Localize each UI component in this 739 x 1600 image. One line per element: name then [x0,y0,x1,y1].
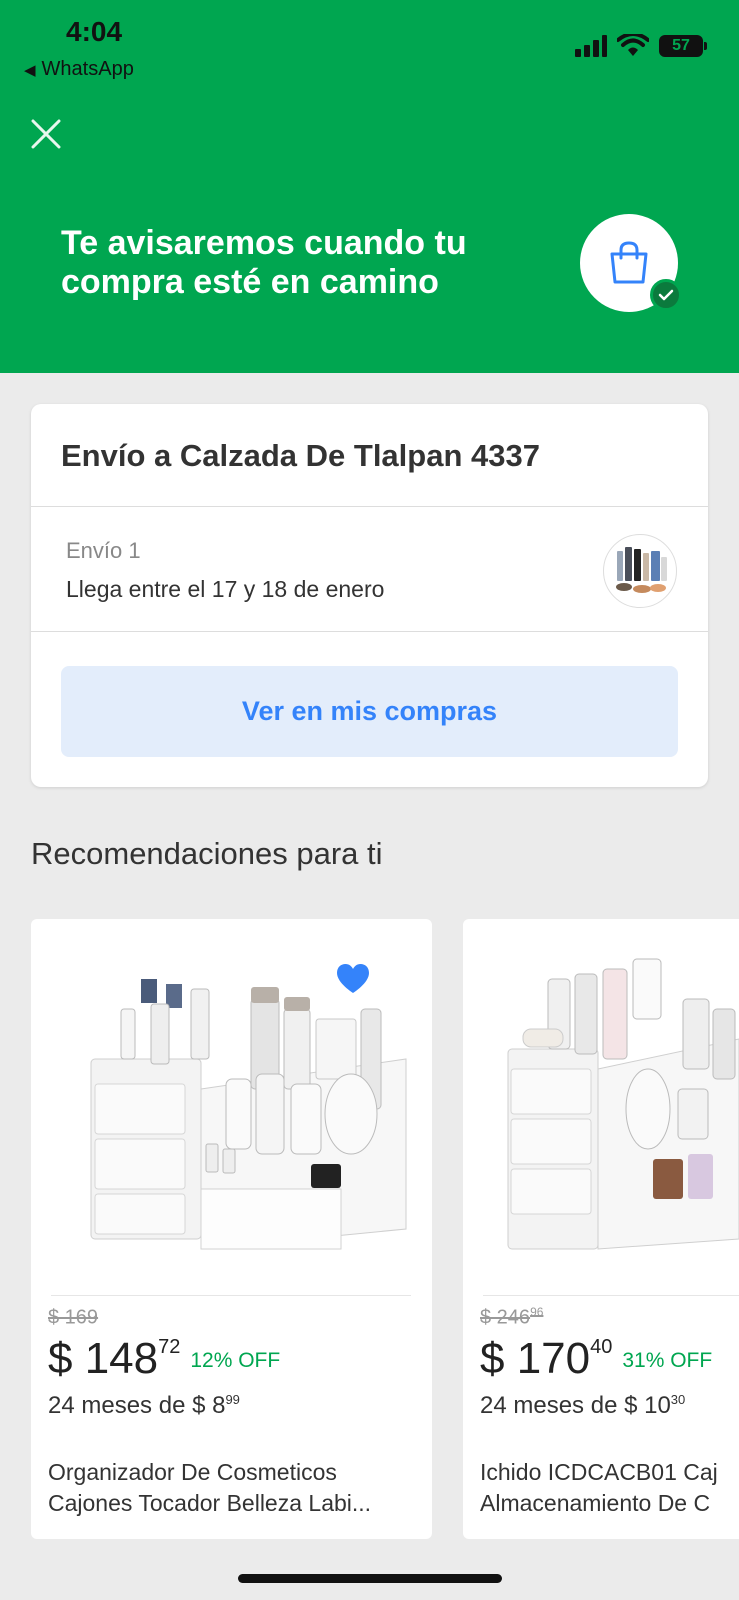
close-icon [31,119,61,149]
old-price: $ 24696 [480,1305,544,1329]
shipment-product-thumbnail [603,534,677,608]
back-app-label: WhatsApp [41,58,134,80]
divider [31,631,708,632]
shipping-address-title: Envío a Calzada De Tlalpan 4337 [61,438,540,473]
divider [51,1295,411,1296]
check-icon [658,289,674,301]
heart-icon[interactable] [335,963,371,995]
battery-level: 57 [672,37,690,54]
header-title: Te avisaremos cuando tu compra esté en c… [61,224,467,301]
divider [31,506,708,507]
product-image [507,958,739,1250]
recommendations-title: Recomendaciones para ti [31,836,383,871]
old-price: $ 169 [48,1306,99,1329]
signal-icon [575,35,607,57]
shipment-label: Envío 1 [66,538,141,563]
status-icons: 57 [575,34,707,58]
home-indicator [238,1574,502,1583]
shopping-bag-icon [610,241,648,284]
discount-badge: 12% OFF [190,1349,281,1372]
wifi-icon [617,34,649,56]
current-price: $ 1704031% OFF [480,1334,713,1383]
current-price: $ 1487212% OFF [48,1334,281,1383]
product-card[interactable]: $ 24696 $ 1704031% OFF 24 meses de $ 103… [463,919,739,1539]
close-button[interactable] [28,116,64,152]
product-name: Ichido ICDCACB01 Caj Almacenamiento De C [480,1459,718,1516]
installments: 24 meses de $ 1030 [480,1392,686,1419]
product-card[interactable]: $ 169 $ 1487212% OFF 24 meses de $ 899 O… [31,919,432,1539]
confirmation-header: 4:04 ◀ WhatsApp 57 Te avisaremos cuando t… [0,0,739,373]
installments: 24 meses de $ 899 [48,1392,240,1419]
cosmetics-image [616,547,667,593]
check-badge [650,279,682,311]
back-to-app-link[interactable]: ◀ WhatsApp [24,58,134,81]
status-time: 4:04 [66,16,123,47]
battery-icon: 57 [659,35,707,57]
discount-badge: 31% OFF [622,1349,713,1372]
view-purchases-button[interactable]: Ver en mis compras [61,666,678,757]
back-triangle-icon: ◀ [24,62,36,79]
shipping-card: Envío a Calzada De Tlalpan 4337 Envío 1 … [31,404,708,787]
divider [483,1295,739,1296]
product-name: Organizador De Cosmeticos Cajones Tocado… [48,1459,372,1516]
arrival-date: Llega entre el 17 y 18 de enero [66,576,385,602]
